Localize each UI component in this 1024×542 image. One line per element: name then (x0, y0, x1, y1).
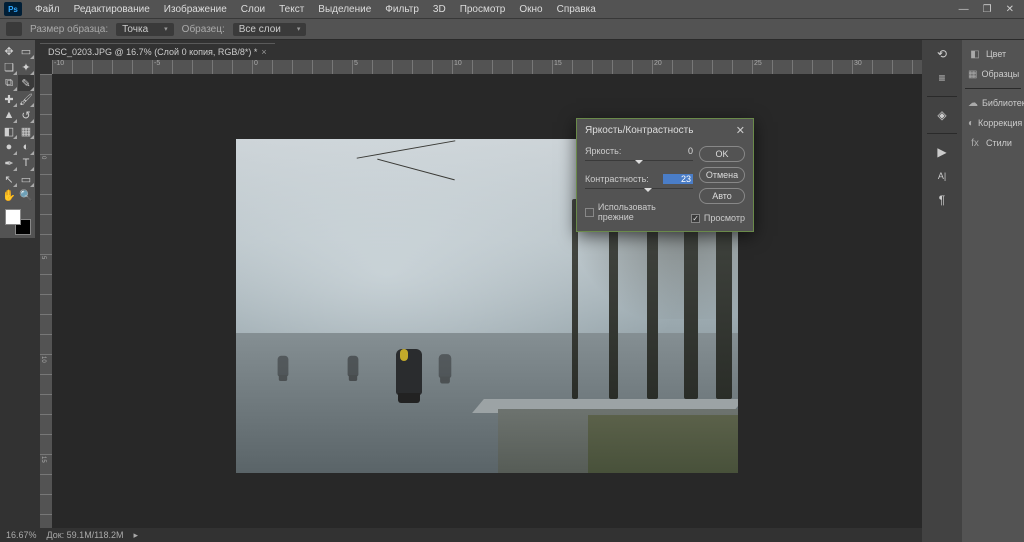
restore-icon[interactable]: ❐ (983, 4, 992, 15)
brightness-label: Яркость: (585, 146, 621, 156)
wand-tool[interactable]: ✦ (18, 59, 34, 75)
menu-edit[interactable]: Редактирование (67, 2, 157, 17)
shape-tool[interactable]: ▭ (18, 171, 34, 187)
menu-image[interactable]: Изображение (157, 2, 234, 17)
type-tool[interactable]: T (18, 155, 34, 171)
menu-file[interactable]: Файл (28, 2, 67, 17)
sample-select[interactable]: Все слои (233, 23, 307, 36)
char-icon[interactable]: A| (933, 168, 951, 184)
blur-tool[interactable]: ● (1, 139, 17, 155)
panel-swatches[interactable]: ▦Образцы (962, 64, 1024, 84)
horizontal-ruler[interactable]: -10-505101520253035404550556065707580859… (52, 60, 922, 74)
app-logo: Ps (4, 2, 22, 16)
paragraph-icon[interactable]: ¶ (933, 192, 951, 208)
sample-size-select[interactable]: Точка (116, 23, 174, 36)
brush-tool[interactable]: 🖌 (18, 91, 34, 107)
panel-libraries[interactable]: ☁Библиотеки (962, 93, 1024, 113)
hand-tool[interactable]: ✋ (1, 187, 17, 203)
auto-button[interactable]: Авто (699, 188, 745, 204)
cancel-button[interactable]: Отмена (699, 167, 745, 183)
gradient-tool[interactable]: ▦ (18, 123, 34, 139)
eyedropper-tool[interactable]: ✎ (18, 75, 34, 91)
window-controls: — ❐ ✕ (959, 4, 1024, 15)
menu-view[interactable]: Просмотр (453, 2, 513, 17)
right-panels: ◧Цвет ▦Образцы ☁Библиотеки ◐Коррекция fx… (962, 40, 1024, 542)
lasso-tool[interactable]: ❏ (1, 59, 17, 75)
vertical-ruler[interactable]: 051015202530354045505560 (40, 74, 52, 528)
contrast-slider[interactable] (585, 188, 693, 196)
dialog-titlebar[interactable]: Яркость/Контрастность ✕ (577, 119, 753, 142)
crop-tool[interactable]: ⧉ (1, 75, 17, 91)
doc-size: Док: 59.1M/118.2M (47, 530, 124, 540)
dialog-close-icon[interactable]: ✕ (736, 124, 745, 137)
layers-icon[interactable]: ◈ (933, 107, 951, 123)
right-strip: ⟲ ≡ ◈ ▶ A| ¶ (922, 40, 962, 542)
menu-3d[interactable]: 3D (426, 2, 453, 17)
contrast-field[interactable]: 23 (663, 174, 693, 184)
libraries-icon: ☁ (968, 97, 978, 109)
brightness-contrast-dialog: Яркость/Контрастность ✕ Яркость: 0 Контр… (576, 118, 754, 232)
play-icon[interactable]: ▶ (933, 144, 951, 160)
zoom-level[interactable]: 16.67% (6, 530, 37, 540)
document-tabbar: DSC_0203.JPG @ 16.7% (Слой 0 копия, RGB/… (0, 40, 1024, 60)
adjustments-icon: ◐ (968, 117, 974, 129)
document-tab-title: DSC_0203.JPG @ 16.7% (Слой 0 копия, RGB/… (48, 47, 257, 57)
history-brush-tool[interactable]: ↺ (18, 107, 34, 123)
path-tool[interactable]: ↖ (1, 171, 17, 187)
color-swatches[interactable] (5, 209, 31, 235)
canvas-area[interactable] (52, 74, 922, 528)
sample-label: Образец: (182, 24, 225, 35)
eraser-tool[interactable]: ◧ (1, 123, 17, 139)
brightness-slider[interactable] (585, 160, 693, 168)
tab-close-icon[interactable]: × (261, 47, 266, 57)
status-bar: 16.67% Док: 59.1M/118.2M ▸ (0, 528, 922, 542)
stamp-tool[interactable]: ▲ (1, 107, 17, 123)
close-icon[interactable]: ✕ (1006, 4, 1014, 15)
contrast-label: Контрастность: (585, 174, 649, 184)
tools-panel: ✥▭ ❏✦ ⧉✎ ✚🖌 ▲↺ ◧▦ ●◐ ✒T ↖▭ ✋🔍 (0, 40, 35, 238)
dodge-tool[interactable]: ◐ (18, 139, 34, 155)
menu-text[interactable]: Текст (272, 2, 311, 17)
menubar: Ps Файл Редактирование Изображение Слои … (0, 0, 1024, 18)
foreground-color[interactable] (5, 209, 21, 225)
ok-button[interactable]: OK (699, 146, 745, 162)
options-bar: Размер образца: Точка Образец: Все слои (0, 18, 1024, 40)
swatches-icon: ▦ (968, 68, 977, 80)
menu-filter[interactable]: Фильтр (378, 2, 426, 17)
properties-icon[interactable]: ≡ (933, 70, 951, 86)
eyedropper-icon[interactable] (6, 22, 22, 36)
document-tab[interactable]: DSC_0203.JPG @ 16.7% (Слой 0 копия, RGB/… (40, 43, 275, 60)
minimize-icon[interactable]: — (959, 4, 969, 15)
move-tool[interactable]: ✥ (1, 43, 17, 59)
use-legacy-checkbox[interactable]: Использовать прежние (585, 202, 693, 222)
marquee-tool[interactable]: ▭ (18, 43, 34, 59)
pen-tool[interactable]: ✒ (1, 155, 17, 171)
panel-styles[interactable]: fxСтили (962, 133, 1024, 153)
preview-checkbox[interactable]: Просмотр (699, 213, 745, 223)
zoom-tool[interactable]: 🔍 (18, 187, 34, 203)
styles-icon: fx (968, 137, 982, 149)
panel-color[interactable]: ◧Цвет (962, 44, 1024, 64)
menu-help[interactable]: Справка (550, 2, 603, 17)
dialog-title: Яркость/Контрастность (585, 125, 693, 136)
doc-info-chevron-icon[interactable]: ▸ (134, 530, 139, 541)
brightness-field[interactable]: 0 (663, 146, 693, 156)
sample-size-label: Размер образца: (30, 24, 108, 35)
menu-window[interactable]: Окно (512, 2, 549, 17)
history-icon[interactable]: ⟲ (933, 46, 951, 62)
panel-adjustments[interactable]: ◐Коррекция (962, 113, 1024, 133)
menu-layers[interactable]: Слои (234, 2, 272, 17)
heal-tool[interactable]: ✚ (1, 91, 17, 107)
menu-select[interactable]: Выделение (311, 2, 378, 17)
color-icon: ◧ (968, 48, 982, 60)
